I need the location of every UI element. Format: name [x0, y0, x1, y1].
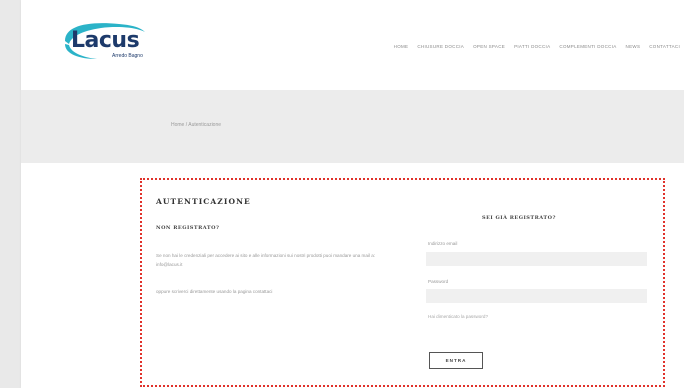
nav-item-piatti-doccia[interactable]: PIATTI DOCCIA — [514, 44, 550, 49]
contact-suggestion-text: oppure scriverci direttamente usando la … — [156, 289, 273, 294]
password-label: Password — [428, 279, 449, 284]
nav-item-open-space[interactable]: OPEN SPACE — [473, 44, 505, 49]
breadcrumb[interactable]: Home / Autenticazione — [171, 122, 221, 128]
page: Lacus Arredo Bagno HOME CHIUSURE DOCCIA … — [21, 0, 684, 388]
nav-item-home[interactable]: HOME — [394, 44, 409, 49]
nav-item-contattaci[interactable]: CONTATTACI — [649, 44, 680, 49]
login-button[interactable]: ENTRA — [429, 352, 483, 369]
forgot-password-link[interactable]: Hai dimenticato la password? — [428, 314, 488, 319]
email-label: Indirizzo email — [428, 241, 458, 246]
main-navigation: HOME CHIUSURE DOCCIA OPEN SPACE PIATTI D… — [394, 44, 680, 49]
nav-item-complementi-doccia[interactable]: COMPLEMENTI DOCCIA — [559, 44, 616, 49]
nav-item-chiusure-doccia[interactable]: CHIUSURE DOCCIA — [417, 44, 464, 49]
page-banner: Home / Autenticazione — [21, 90, 684, 163]
lacus-logo[interactable]: Lacus Arredo Bagno — [57, 18, 157, 64]
logo-wordmark: Lacus — [71, 28, 140, 53]
already-registered-heading: SEI GIÀ REGISTRATO? — [482, 215, 556, 221]
page-title: AUTENTICAZIONE — [156, 197, 251, 206]
not-registered-heading: NON REGISTRATO? — [156, 225, 220, 231]
email-field[interactable] — [426, 252, 647, 266]
site-header: Lacus Arredo Bagno HOME CHIUSURE DOCCIA … — [21, 0, 684, 90]
nav-item-news[interactable]: NEWS — [626, 44, 641, 49]
not-registered-text: Se non hai le credenziali per accedere a… — [156, 253, 376, 267]
authentication-panel: AUTENTICAZIONE NON REGISTRATO? Se non ha… — [140, 178, 665, 387]
logo-tagline: Arredo Bagno — [112, 53, 143, 59]
password-field[interactable] — [426, 289, 647, 303]
